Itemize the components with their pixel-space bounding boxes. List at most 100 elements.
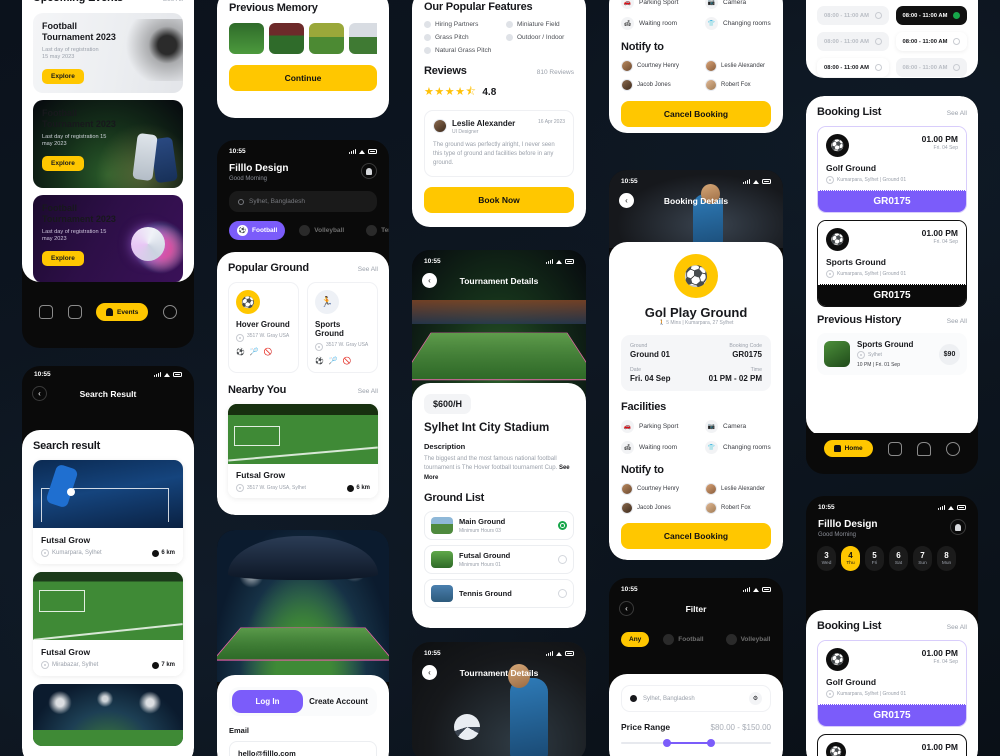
slider-knob-max[interactable]	[706, 739, 715, 747]
day-pill[interactable]: 7 Sun	[913, 546, 932, 571]
booking-card[interactable]: ⚽ 01.00 PM Fri. 04 Sep Sports Ground Kum…	[817, 220, 967, 307]
time-slot[interactable]: 08:00 - 11:00 AM	[895, 32, 967, 51]
memory-thumb[interactable]	[229, 23, 264, 54]
profile-icon[interactable]	[946, 441, 961, 456]
time-slot[interactable]: 08:00 - 11:00 AM	[895, 6, 967, 25]
event-card[interactable]: Football Tournament 2023 Last day of regi…	[33, 195, 183, 282]
search-result-item[interactable]: Futsal Grow Mirabazar, Sylhet 7 km	[33, 572, 183, 676]
cancel-booking-button[interactable]: Cancel Booking	[621, 101, 771, 127]
tab-login[interactable]: Log In	[232, 690, 303, 713]
notification-button[interactable]	[950, 519, 966, 535]
popular-ground-card[interactable]: ⚽ Hover Ground 3517 W. Gray USA ⚽ 🏸 🚫	[228, 282, 299, 373]
location-search-input[interactable]: Sylhet, Bangladesh	[229, 191, 377, 212]
chip-football[interactable]: ⚽ Football	[229, 221, 286, 240]
time-slot[interactable]: 08:00 - 11:00 AM	[817, 32, 889, 51]
day-pill[interactable]: 5 Fri	[865, 546, 884, 571]
time-slot[interactable]: 08:00 - 11:00 AM	[895, 58, 967, 77]
see-all-link[interactable]: See All	[947, 110, 967, 117]
tab-create-account[interactable]: Create Account	[303, 690, 374, 713]
players-icon: 🏃	[315, 290, 339, 314]
ground-list-item[interactable]: Tennis Ground	[424, 578, 574, 608]
signal-icon	[154, 372, 161, 377]
see-all-link[interactable]: See All	[947, 318, 967, 325]
chip-football[interactable]: Football	[655, 630, 711, 649]
time-slot[interactable]: 08:00 - 11:00 AM	[817, 58, 889, 77]
cancel-booking-button[interactable]: Cancel Booking	[621, 523, 771, 549]
signal-icon	[546, 651, 553, 656]
search-result-item[interactable]: Futsal Grow Kumarpara, Sylhet 6 km	[33, 460, 183, 564]
price-slider[interactable]	[621, 739, 771, 747]
screen-login: Log In Create Account Email hello@filllo…	[217, 530, 389, 756]
booking-details-sheet: ⚽ Gol Play Ground 🚶 5 Mins | Kumarpara, …	[609, 242, 783, 560]
see-all-link[interactable]: See All	[358, 266, 378, 273]
ground-radio[interactable]	[558, 520, 567, 530]
card-name: Sports Ground	[315, 320, 344, 338]
memory-thumb[interactable]	[269, 23, 304, 54]
booking-meta: Kumarpara, Sylhet | Ground 01	[837, 271, 907, 277]
history-item[interactable]: Sports Ground Sylhet 10 PM | Fri. 01 Sep…	[817, 333, 967, 375]
explore-button[interactable]: Explore	[42, 250, 84, 266]
ground-logo-icon: ⚽	[826, 742, 846, 756]
see-all-link[interactable]: See All	[358, 388, 378, 395]
bottom-nav: Home	[806, 433, 978, 466]
ground-name: Futsal Ground	[459, 550, 511, 560]
profile-icon[interactable]	[162, 305, 177, 319]
book-now-button[interactable]: Book Now	[424, 187, 574, 213]
signal-icon	[349, 149, 356, 154]
chip-volleyball[interactable]: Volleyball	[718, 630, 779, 649]
ground-radio[interactable]	[558, 588, 567, 598]
no-icon: 🚫	[263, 349, 273, 356]
nav-title: Tournament Details	[459, 275, 539, 286]
popular-ground-card[interactable]: 🏃 Sports Ground 3517 W. Gray USA ⚽ 🏸 🚫	[307, 282, 378, 373]
day-pill[interactable]: 4 Thu	[841, 546, 860, 571]
booking-card[interactable]: ⚽ 01.00 PM Fri. 04 Sep Golf Ground Kumar…	[817, 640, 967, 727]
price-badge: $600/H	[424, 394, 472, 414]
event-card[interactable]: Football Tournament 2023 Last day of regi…	[33, 100, 183, 188]
home-icon[interactable]	[39, 305, 54, 319]
memory-thumb[interactable]	[349, 23, 377, 54]
explore-button[interactable]: Explore	[42, 68, 84, 84]
booking-card[interactable]: ⚽ 01.00 PM Fri. 04 Sep Golf Ground Kumar…	[817, 126, 967, 213]
status-time: 10:55	[424, 258, 441, 265]
see-all-link[interactable]: See All	[163, 0, 183, 3]
continue-button[interactable]: Continue	[229, 65, 377, 91]
info-value: 01 PM - 02 PM	[708, 374, 762, 383]
explore-button[interactable]: Explore	[42, 155, 84, 171]
memory-thumb[interactable]	[309, 23, 344, 54]
ground-list-item[interactable]: Futsal Ground Minimum Hours 01	[424, 544, 574, 574]
day-pill[interactable]: 8 Mun	[937, 546, 956, 571]
bell-icon[interactable]	[917, 441, 932, 456]
section-title: Search result	[33, 440, 101, 452]
search-result-item[interactable]	[33, 684, 183, 746]
email-field[interactable]: hello@filllo.com	[229, 741, 377, 756]
notification-button[interactable]	[361, 163, 377, 179]
filter-icon[interactable]: ⚙	[749, 692, 762, 705]
info-key: Date	[630, 367, 641, 373]
see-all-link[interactable]: See All	[947, 624, 967, 631]
nav-header: ‹ Filter	[609, 595, 783, 624]
slider-knob-min[interactable]	[663, 739, 671, 747]
time-slot[interactable]: 08:00 - 11:00 AM	[817, 6, 889, 25]
nearby-ground-card[interactable]: Futsal Grow 3517 W. Gray USA, Sylhet 6 k…	[228, 404, 378, 498]
day-pill[interactable]: 6 Sat	[889, 546, 908, 571]
day-pill[interactable]: 3 Wed	[817, 546, 836, 571]
card-address: 3517 W. Gray USA, Sylhet	[247, 485, 306, 491]
ticket-icon[interactable]	[887, 441, 902, 456]
avatar	[621, 60, 633, 72]
facility-item: 🛋 Waiting room	[621, 17, 697, 30]
battery-icon	[957, 505, 966, 510]
booking-card-next[interactable]: ⚽ 01.00 PM	[817, 734, 967, 756]
location-filter-input[interactable]: Sylhet, Bangladesh ⚙	[621, 685, 771, 712]
nav-item-events[interactable]: Events	[96, 303, 149, 321]
chip-tennis[interactable]: Tennis	[358, 221, 389, 240]
bell-icon	[955, 523, 961, 531]
event-card[interactable]: Football Tournament 2023 Last day of regi…	[33, 13, 183, 93]
info-key: Booking Code	[729, 343, 762, 349]
ground-list-item[interactable]: Main Ground Minimum Hours 03	[424, 510, 574, 540]
ticket-icon[interactable]	[67, 305, 82, 319]
chip-any[interactable]: Any	[621, 632, 650, 647]
nav-item-home[interactable]: Home	[823, 440, 873, 457]
ground-radio[interactable]	[558, 554, 567, 564]
chip-volleyball[interactable]: Volleyball	[291, 221, 352, 240]
wifi-icon	[556, 259, 562, 264]
